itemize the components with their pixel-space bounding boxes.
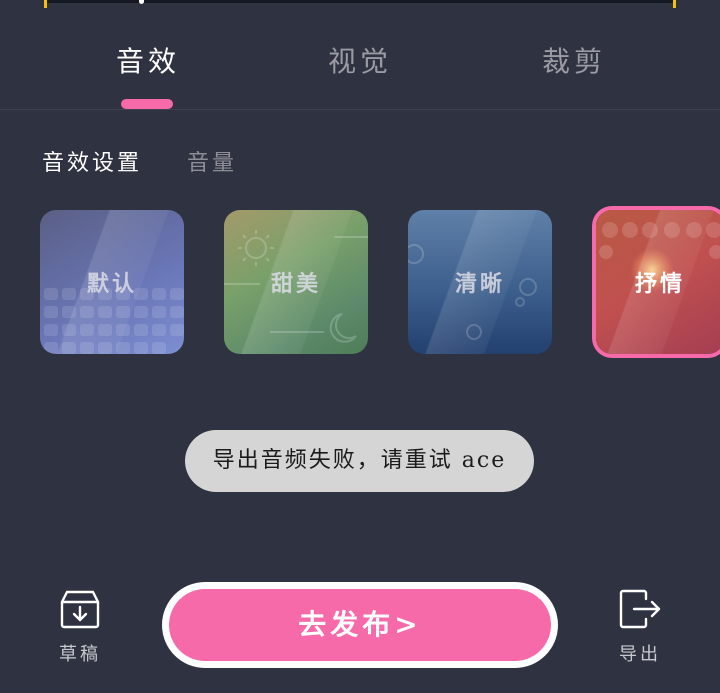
main-tabs: 音效 视觉 裁剪 bbox=[0, 30, 720, 110]
inbox-download-icon bbox=[60, 590, 100, 629]
publish-label: 去发布> bbox=[298, 608, 422, 641]
export-label: 导出 bbox=[619, 644, 661, 665]
effect-label-sweet: 甜美 bbox=[270, 271, 321, 297]
tabs-divider bbox=[0, 109, 720, 110]
exit-arrow-icon bbox=[619, 589, 661, 629]
effect-card-lyric[interactable]: 抒情 bbox=[596, 210, 720, 354]
effect-label-lyric: 抒情 bbox=[634, 271, 685, 297]
tab-visual[interactable]: 视觉 bbox=[328, 40, 392, 80]
effect-card-default[interactable]: 默认 bbox=[40, 210, 184, 354]
export-button[interactable]: 导出 bbox=[600, 588, 680, 666]
tab-sound-effect[interactable]: 音效 bbox=[116, 40, 180, 80]
effect-label-clear: 清晰 bbox=[454, 271, 505, 297]
error-toast: 导出音频失败，请重试 ace bbox=[185, 430, 534, 492]
tab-crop[interactable]: 裁剪 bbox=[542, 40, 606, 80]
effect-card-clear[interactable]: 清晰 bbox=[408, 210, 552, 354]
subtab-effect-settings[interactable]: 音效设置 bbox=[42, 145, 142, 177]
publish-button[interactable]: 去发布> bbox=[162, 582, 558, 668]
active-tab-indicator bbox=[121, 99, 173, 109]
effect-label-default: 默认 bbox=[86, 271, 137, 297]
timeline-start-handle[interactable] bbox=[44, 0, 47, 8]
timeline-playhead[interactable] bbox=[139, 0, 144, 4]
subtab-volume[interactable]: 音量 bbox=[187, 145, 237, 177]
timeline-strip bbox=[0, 0, 720, 8]
draft-label: 草稿 bbox=[59, 644, 101, 665]
effect-card-sweet[interactable]: 甜美 bbox=[224, 210, 368, 354]
draft-button[interactable]: 草稿 bbox=[40, 588, 120, 666]
publish-button-fill: 去发布> bbox=[169, 589, 551, 661]
timeline-end-handle[interactable] bbox=[673, 0, 676, 8]
